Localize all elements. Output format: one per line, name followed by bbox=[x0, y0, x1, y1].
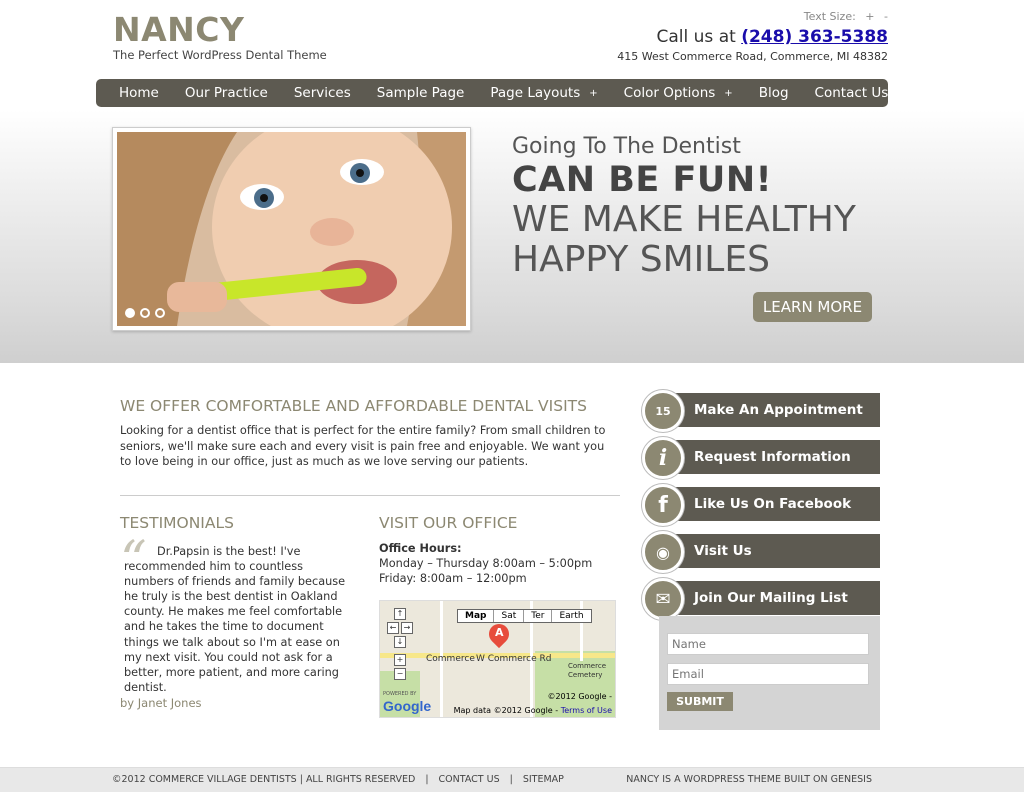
zoom-out-icon[interactable]: − bbox=[394, 668, 406, 680]
address: 415 West Commerce Road, Commerce, MI 483… bbox=[617, 50, 888, 63]
hero-headline: Going To The Dentist CAN BE FUN! WE MAKE… bbox=[512, 134, 856, 280]
map-type-selector: Map Sat Ter Earth bbox=[457, 609, 592, 623]
submenu-plus-icon: + bbox=[589, 87, 598, 99]
hero-slider: Going To The Dentist CAN BE FUN! WE MAKE… bbox=[0, 110, 1024, 363]
facebook-label: Like Us On Facebook bbox=[662, 487, 880, 521]
map-type-terrain[interactable]: Ter bbox=[524, 610, 553, 622]
child-photo-illustration bbox=[117, 132, 466, 326]
google-logo[interactable]: Google bbox=[383, 698, 431, 714]
text-size-label: Text Size: bbox=[803, 10, 856, 23]
main-nav: Home Our Practice Services Sample Page P… bbox=[96, 79, 888, 107]
site-footer: ©2012 COMMERCE VILLAGE DENTISTS | ALL RI… bbox=[0, 767, 1024, 792]
map-type-satellite[interactable]: Sat bbox=[494, 610, 525, 622]
slider-dot-1[interactable] bbox=[125, 308, 135, 318]
envelope-icon: ✉ bbox=[642, 578, 684, 620]
hero-line-1: Going To The Dentist bbox=[512, 134, 741, 159]
mailing-list-label: Join Our Mailing List bbox=[662, 581, 880, 615]
facebook-button[interactable]: Like Us On Facebook f bbox=[642, 484, 880, 526]
hero-child-brushing-image bbox=[117, 132, 466, 326]
zoom-in-icon[interactable]: + bbox=[394, 654, 406, 666]
request-information-button[interactable]: Request Information i bbox=[642, 437, 880, 479]
slider-dot-2[interactable] bbox=[140, 308, 150, 318]
offer-paragraph: Looking for a dentist office that is per… bbox=[120, 424, 606, 468]
text-size-increase-button[interactable]: + bbox=[865, 10, 874, 23]
info-icon: i bbox=[642, 437, 684, 479]
testimonial-author: by Janet Jones bbox=[120, 696, 202, 710]
facebook-icon: f bbox=[642, 484, 684, 526]
nav-item-page-layouts[interactable]: Page Layouts + bbox=[477, 85, 610, 101]
content-divider bbox=[120, 495, 620, 496]
office-hours-weekdays: Monday – Thursday 8:00am – 5:00pm bbox=[379, 557, 593, 570]
map-street-label: W Commerce Rd bbox=[476, 654, 552, 664]
map-type-map[interactable]: Map bbox=[458, 610, 495, 622]
mailing-list-form: SUBMIT bbox=[659, 616, 880, 730]
nav-item-our-practice[interactable]: Our Practice bbox=[172, 85, 281, 101]
map-powered-by: POWERED BY bbox=[383, 691, 417, 697]
slider-dot-3[interactable] bbox=[155, 308, 165, 318]
nav-item-sample-page[interactable]: Sample Page bbox=[364, 85, 478, 101]
make-appointment-button[interactable]: Make An Appointment 15 bbox=[642, 390, 880, 432]
office-hours-friday: Friday: 8:00am – 12:00pm bbox=[379, 572, 527, 585]
logo-title[interactable]: NANCY bbox=[113, 12, 327, 48]
office-map[interactable]: Map Sat Ter Earth ↑ ← → ↓ + − A Commerce… bbox=[379, 600, 616, 718]
text-size-decrease-button[interactable]: - bbox=[884, 10, 888, 23]
nav-item-blog[interactable]: Blog bbox=[746, 85, 802, 101]
visit-us-label: Visit Us bbox=[662, 534, 880, 568]
calendar-icon: 15 bbox=[642, 390, 684, 432]
footer-copyright: ©2012 COMMERCE VILLAGE DENTISTS | ALL RI… bbox=[112, 774, 416, 785]
footer-credit[interactable]: NANCY IS A WORDPRESS THEME BUILT ON GENE… bbox=[626, 774, 872, 785]
site-logo[interactable]: NANCY The Perfect WordPress Dental Theme bbox=[113, 12, 327, 63]
testimonials-heading: TESTIMONIALS bbox=[120, 514, 234, 532]
request-information-label: Request Information bbox=[662, 440, 880, 474]
offer-heading: WE OFFER COMFORTABLE AND AFFORDABLE DENT… bbox=[120, 397, 587, 415]
make-appointment-label: Make An Appointment bbox=[662, 393, 880, 427]
footer-separator: | bbox=[425, 774, 429, 785]
header-contact: Text Size: + - Call us at (248) 363-5388… bbox=[617, 10, 888, 63]
map-terms-link[interactable]: Terms of Use bbox=[561, 706, 612, 715]
office-hours: Office Hours: Monday – Thursday 8:00am –… bbox=[379, 541, 592, 586]
location-icon: ◉ bbox=[642, 531, 684, 573]
map-cemetery-label: Commerce Cemetery bbox=[568, 662, 606, 679]
footer-links: ©2012 COMMERCE VILLAGE DENTISTS | ALL RI… bbox=[112, 774, 569, 785]
logo-subtitle: The Perfect WordPress Dental Theme bbox=[113, 48, 327, 62]
text-size-control: Text Size: + - bbox=[617, 10, 888, 23]
pan-left-icon[interactable]: ← bbox=[387, 622, 399, 634]
pan-down-icon[interactable]: ↓ bbox=[394, 636, 406, 648]
map-street-label: Commerce bbox=[426, 654, 475, 664]
submenu-plus-icon: + bbox=[724, 87, 733, 99]
name-field[interactable] bbox=[667, 633, 869, 655]
phone-link[interactable]: (248) 363-5388 bbox=[741, 27, 888, 47]
map-data-notice: Map data ©2012 Google - Terms of Use bbox=[453, 706, 612, 715]
hero-line-4: HAPPY SMILES bbox=[512, 239, 770, 280]
pan-up-icon[interactable]: ↑ bbox=[394, 608, 406, 620]
nav-item-services[interactable]: Services bbox=[281, 85, 364, 101]
footer-sitemap-link[interactable]: SITEMAP bbox=[523, 774, 564, 785]
nav-item-color-options[interactable]: Color Options + bbox=[611, 85, 746, 101]
nav-item-contact-us[interactable]: Contact Us bbox=[802, 85, 902, 101]
call-us: Call us at (248) 363-5388 bbox=[617, 27, 888, 47]
testimonial-quote: Dr.Papsin is the best! I've recommended … bbox=[124, 545, 346, 694]
footer-separator: | bbox=[509, 774, 513, 785]
map-type-earth[interactable]: Earth bbox=[552, 610, 590, 622]
hero-image-frame bbox=[112, 127, 471, 331]
map-copyright: ©2012 Google - bbox=[547, 692, 612, 701]
office-hours-label: Office Hours: bbox=[379, 542, 462, 555]
submit-button[interactable]: SUBMIT bbox=[667, 692, 733, 711]
nav-item-home[interactable]: Home bbox=[106, 85, 172, 101]
visit-office-heading: VISIT OUR OFFICE bbox=[379, 514, 518, 532]
hero-line-2: CAN BE FUN! bbox=[512, 160, 773, 200]
slider-dots bbox=[125, 308, 165, 318]
call-us-label: Call us at bbox=[656, 27, 736, 47]
learn-more-button[interactable]: LEARN MORE bbox=[753, 292, 872, 322]
map-pin-label: A bbox=[495, 626, 504, 639]
email-field[interactable] bbox=[667, 663, 869, 685]
footer-contact-link[interactable]: CONTACT US bbox=[439, 774, 500, 785]
visit-us-button[interactable]: Visit Us ◉ bbox=[642, 531, 880, 573]
pan-right-icon[interactable]: → bbox=[401, 622, 413, 634]
mailing-list-button[interactable]: Join Our Mailing List ✉ bbox=[642, 578, 880, 620]
hero-line-3: WE MAKE HEALTHY bbox=[512, 199, 856, 240]
